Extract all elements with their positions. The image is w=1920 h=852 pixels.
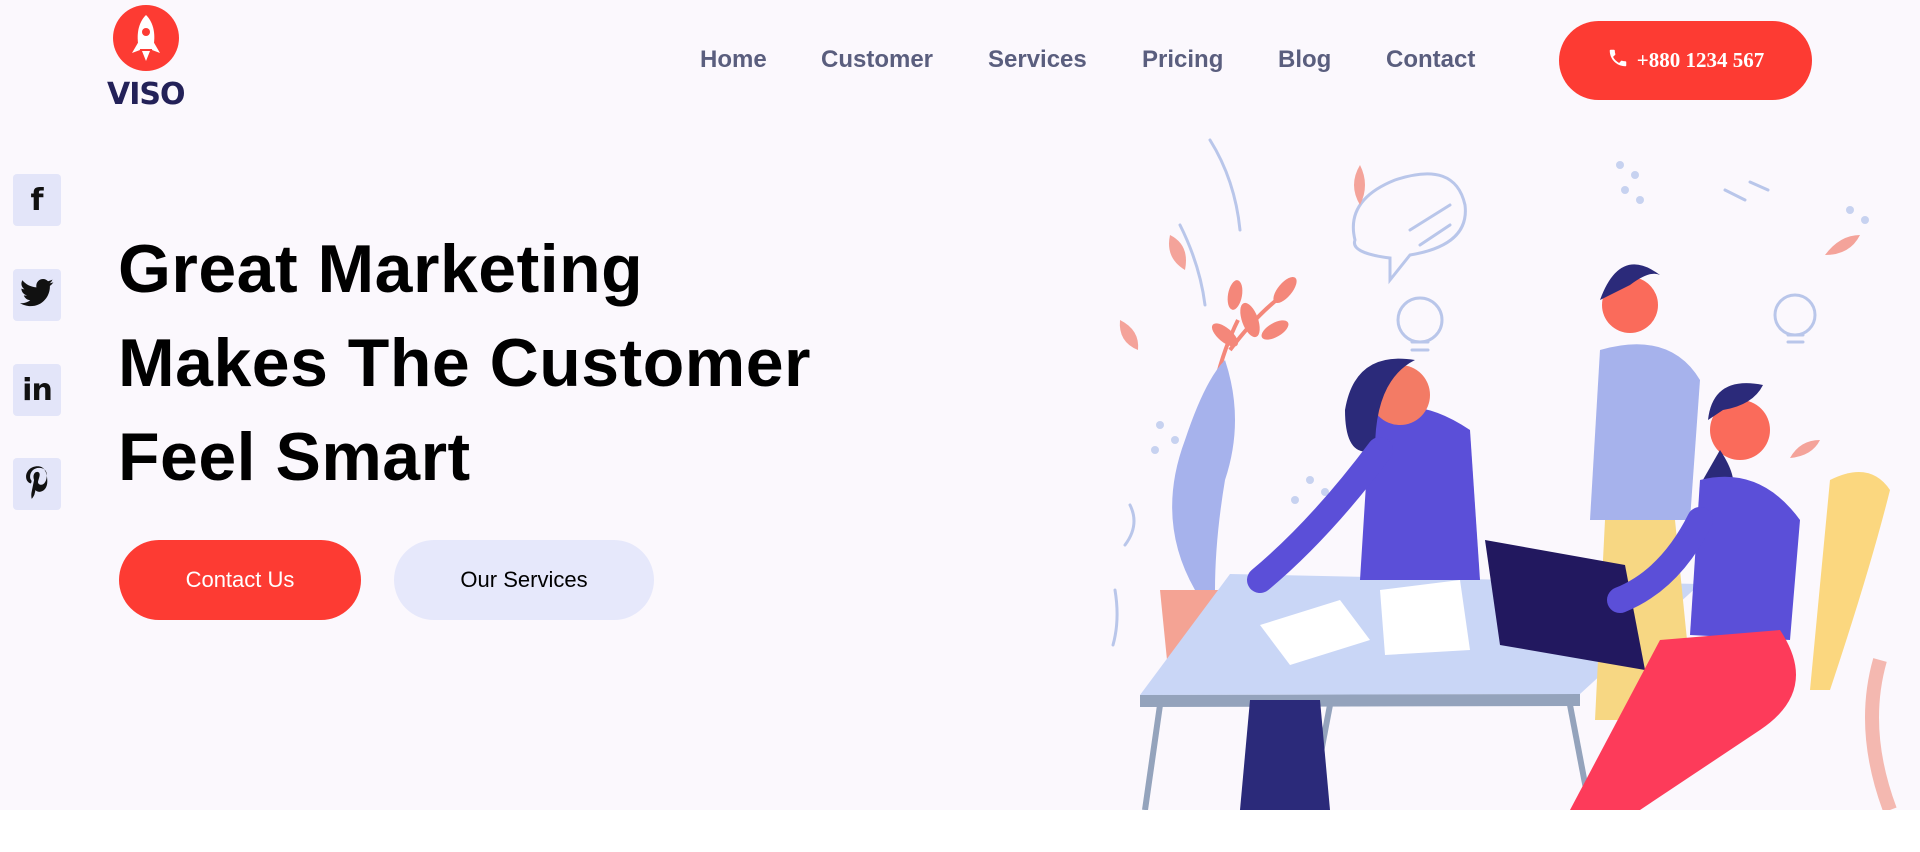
pinterest-button[interactable] [13, 458, 61, 510]
nav-services[interactable]: Services [988, 46, 1087, 74]
hero-headline: Great Marketing Makes The Customer Feel … [118, 222, 811, 504]
twitter-icon [20, 278, 54, 313]
linkedin-icon: in [22, 372, 53, 408]
contact-us-button[interactable]: Contact Us [119, 540, 361, 620]
nav-customer[interactable]: Customer [821, 46, 933, 74]
nav-contact[interactable]: Contact [1386, 46, 1475, 74]
facebook-button[interactable]: f [13, 174, 61, 226]
team-working-illustration [1100, 120, 1920, 810]
nav-blog[interactable]: Blog [1278, 46, 1331, 74]
hero-headline-line: Great Marketing [118, 231, 644, 307]
hero-headline-line: Feel Smart [118, 419, 471, 495]
rocket-logo-icon [113, 5, 179, 71]
landing-page: VISO Home Customer Services Pricing Blog… [0, 0, 1920, 810]
logo-text: VISO [107, 77, 186, 112]
nav-home[interactable]: Home [700, 46, 767, 74]
phone-icon [1607, 47, 1629, 74]
phone-button[interactable]: +880 1234 567 [1559, 21, 1812, 100]
nav-pricing[interactable]: Pricing [1142, 46, 1223, 74]
pinterest-icon [22, 465, 52, 504]
facebook-icon: f [30, 182, 44, 218]
our-services-button[interactable]: Our Services [394, 540, 654, 620]
phone-number: +880 1234 567 [1636, 48, 1765, 72]
logo[interactable]: VISO [105, 5, 186, 115]
twitter-button[interactable] [13, 269, 61, 321]
linkedin-button[interactable]: in [13, 364, 61, 416]
hero-headline-line: Makes The Customer [118, 325, 811, 401]
